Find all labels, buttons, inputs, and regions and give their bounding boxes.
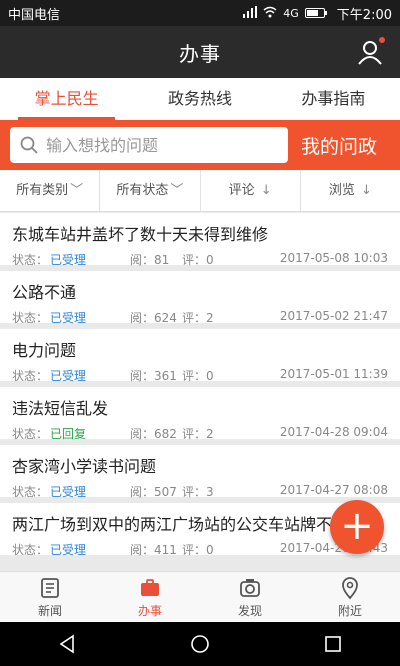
status-badge: 已受理: [50, 253, 87, 267]
nav-services[interactable]: 办事: [100, 572, 200, 622]
read-count: 阅：507: [130, 485, 177, 499]
tab-hotline[interactable]: 政务热线: [133, 78, 266, 120]
nav-nearby[interactable]: 附近: [300, 572, 400, 622]
camera-icon: [240, 578, 260, 597]
nav-news-label: 新闻: [37, 603, 62, 618]
list-item[interactable]: 东城车站井盖坏了数十天未得到维修 状态： 已受理 阅：81 评：0 2017-0…: [0, 213, 400, 268]
state-label: 状态：: [12, 427, 49, 441]
filter-category[interactable]: 所有类别 ﹀: [0, 170, 101, 211]
item-date: 2017-04-27 08:08: [279, 483, 388, 497]
add-question-button[interactable]: +: [330, 500, 384, 554]
item-meta: 状态： 已受理 阅：361 评：0 2017-05-01 11:39: [12, 367, 388, 384]
read-count: 阅：81: [130, 253, 170, 267]
item-date: 2017-05-08 10:03: [279, 251, 388, 265]
home-icon[interactable]: [190, 634, 210, 654]
nav-news[interactable]: 新闻: [0, 572, 100, 622]
status-badge: 已回复: [50, 427, 87, 441]
state-label: 状态：: [12, 369, 49, 383]
status-badge: 已受理: [50, 485, 87, 499]
item-date: 2017-05-02 21:47: [279, 309, 388, 323]
app-header: 办事: [0, 26, 400, 78]
chevron-down-icon: ﹀: [170, 183, 184, 198]
filter-status-label: 所有状态: [116, 183, 169, 198]
comment-count: 评：2: [182, 311, 214, 325]
status-bar: 中国电信 4G 下午2:00: [0, 0, 400, 26]
read-count: 阅：411: [130, 543, 177, 557]
nav-discover-label: 发现: [237, 603, 262, 618]
state-label: 状态：: [12, 253, 49, 267]
battery-icon: [304, 8, 327, 18]
my-question-button[interactable]: 我的问政: [288, 132, 390, 159]
filter-category-label: 所有类别: [16, 183, 69, 198]
recents-icon[interactable]: [323, 634, 343, 654]
item-title: 杏家湾小学读书问题: [12, 457, 157, 476]
comment-count: 评：0: [182, 369, 214, 383]
list-item[interactable]: 公路不通 状态： 已受理 阅：624 评：2 2017-05-02 21:47: [0, 271, 400, 326]
item-date: 2017-04-28 09:04: [279, 425, 388, 439]
comment-count: 评：3: [182, 485, 214, 499]
list-item[interactable]: 违法短信乱发 状态： 已回复 阅：682 评：2 2017-04-28 09:0…: [0, 387, 400, 442]
filter-bar: 所有类别 ﹀ 所有状态 ﹀ 评论 ↓ 浏览 ↓: [0, 170, 400, 212]
sort-comments[interactable]: 评论 ↓: [201, 170, 301, 211]
back-icon[interactable]: [57, 634, 77, 654]
status-badge: 已受理: [50, 369, 87, 383]
item-meta: 状态： 已受理 阅：624 评：2 2017-05-02 21:47: [12, 309, 388, 326]
sort-views-label: 浏览: [328, 183, 355, 198]
user-profile-button[interactable]: [356, 37, 385, 66]
comment-count: 评：2: [182, 427, 214, 441]
sort-down-icon: ↓: [260, 183, 272, 198]
list-item[interactable]: 杏家湾小学读书问题 状态： 已受理 阅：507 评：3 2017-04-27 0…: [0, 445, 400, 500]
status-badge: 已受理: [50, 543, 87, 557]
state-label: 状态：: [12, 543, 49, 557]
sort-down-icon: ↓: [361, 183, 372, 198]
search-box[interactable]: [10, 127, 288, 163]
briefcase-icon: [141, 578, 159, 596]
status-badge: 已受理: [50, 311, 87, 325]
state-label: 状态：: [12, 311, 49, 325]
item-date: 2017-05-01 11:39: [279, 367, 388, 381]
nav-discover[interactable]: 发现: [200, 572, 300, 622]
sort-comments-label: 评论: [228, 183, 255, 198]
sort-views[interactable]: 浏览 ↓: [301, 170, 400, 211]
item-title: 东城车站井盖坏了数十天未得到维修: [12, 225, 269, 244]
clock: 下午2:00: [336, 7, 392, 23]
carrier-label: 中国电信: [8, 7, 61, 23]
signal-icon: [243, 5, 258, 21]
item-meta: 状态： 已受理 阅：81 评：0 2017-05-08 10:03: [12, 251, 388, 268]
comment-count: 评：0: [182, 543, 214, 557]
tab-minsheng[interactable]: 掌上民生: [0, 78, 133, 120]
news-icon: [41, 577, 59, 598]
comment-count: 评：0: [182, 253, 214, 267]
chevron-down-icon: ﹀: [70, 183, 84, 198]
item-title: 公路不通: [12, 283, 77, 302]
read-count: 阅：682: [130, 427, 177, 441]
state-label: 状态：: [12, 485, 49, 499]
notification-dot: [379, 37, 385, 43]
search-bar: 我的问政: [0, 120, 400, 170]
system-nav-bar: [0, 622, 400, 666]
list-item[interactable]: 电力问题 状态： 已受理 阅：361 评：0 2017-05-01 11:39: [0, 329, 400, 384]
filter-status[interactable]: 所有状态 ﹀: [100, 170, 201, 211]
page-title: 办事: [179, 41, 221, 66]
wifi-icon: [263, 6, 277, 21]
network-type-label: 4G: [283, 6, 299, 20]
read-count: 阅：624: [130, 311, 177, 325]
nav-services-label: 办事: [137, 603, 162, 618]
tab-guide[interactable]: 办事指南: [267, 78, 400, 120]
status-icons: 4G 下午2:00: [243, 4, 392, 23]
item-title: 电力问题: [12, 341, 77, 360]
search-input[interactable]: [46, 135, 266, 155]
item-meta: 状态： 已受理 阅：507 评：3 2017-04-27 08:08: [12, 483, 388, 500]
item-title: 违法短信乱发: [12, 399, 109, 418]
read-count: 阅：361: [130, 369, 177, 383]
search-icon: [20, 136, 38, 154]
bottom-nav: 新闻 办事 发现 附近: [0, 571, 400, 622]
item-meta: 状态： 已回复 阅：682 评：2 2017-04-28 09:04: [12, 425, 388, 442]
item-meta: 状态： 已受理 阅：411 评：0 2017-04-26 17:43: [12, 541, 388, 558]
plus-icon: +: [340, 503, 374, 549]
nav-nearby-label: 附近: [337, 603, 362, 618]
location-pin-icon: [342, 576, 358, 599]
top-tabs: 掌上民生 政务热线 办事指南: [0, 78, 400, 120]
